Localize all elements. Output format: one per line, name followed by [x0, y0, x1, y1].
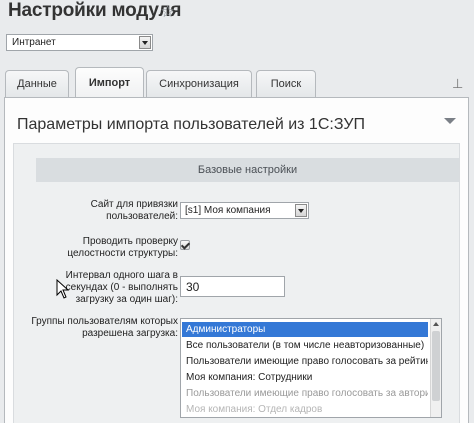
tab-data[interactable]: Данные: [5, 70, 69, 97]
scroll-up-icon[interactable]: [433, 322, 439, 326]
integrity-check-checkbox[interactable]: [180, 240, 190, 250]
list-item[interactable]: Пользователи имеющие право голосовать за…: [182, 386, 428, 401]
page-title: Настройки модуля: [8, 0, 182, 21]
integrity-check-label: Проводить проверку целостности структуры…: [67, 236, 178, 259]
interval-label: Интервал одного шага в секундах (0 - вып…: [65, 270, 178, 305]
tab-label: Синхронизация: [159, 78, 239, 90]
list-item[interactable]: Моя компания: Отдел кадров: [182, 402, 428, 417]
site-binding-label: Сайт для привязки пользователей:: [90, 199, 178, 222]
section-title: Базовые настройки: [36, 158, 459, 182]
tab-label: Поиск: [270, 78, 302, 90]
list-item[interactable]: Пользователи имеющие право голосовать за…: [182, 354, 428, 369]
groups-label: Группы пользователям которых разрешена з…: [31, 316, 178, 339]
site-select-value: Интранет: [12, 37, 56, 48]
mouse-cursor-icon: [56, 279, 70, 299]
tab-label: Данные: [17, 78, 57, 90]
tab-label: Импорт: [88, 77, 131, 89]
star-icon[interactable]: ☆: [160, 2, 175, 22]
module-settings-page: Настройки модуля ☆ Интранет Данные Импор…: [0, 0, 474, 423]
chevron-down-icon[interactable]: [295, 204, 307, 217]
panel-body: Базовые настройки Сайт для привязки поль…: [13, 143, 460, 423]
panel-header: Параметры импорта пользователей из 1С:ЗУ…: [5, 98, 468, 138]
panel-title: Параметры импорта пользователей из 1С:ЗУ…: [17, 116, 365, 133]
listbox-scrollbar[interactable]: [430, 319, 441, 417]
list-item[interactable]: Администраторы: [182, 322, 428, 337]
scroll-thumb[interactable]: [432, 331, 440, 401]
tab-sync[interactable]: Синхронизация: [146, 70, 252, 97]
pin-icon[interactable]: ⊥: [452, 76, 463, 92]
settings-panel: Параметры импорта пользователей из 1С:ЗУ…: [4, 97, 469, 423]
list-item[interactable]: Моя компания: Сотрудники: [182, 370, 428, 385]
tab-search[interactable]: Поиск: [256, 70, 316, 97]
tab-import[interactable]: Импорт: [75, 67, 144, 98]
site-binding-select[interactable]: [s1] Моя компания: [180, 202, 309, 219]
site-select[interactable]: Интранет: [6, 34, 153, 51]
interval-value: 30: [186, 280, 200, 294]
site-binding-value: [s1] Моя компания: [185, 205, 271, 216]
collapse-icon[interactable]: [444, 118, 456, 124]
interval-input[interactable]: 30: [180, 276, 285, 297]
list-item[interactable]: Все пользователи (в том числе неавторизо…: [182, 338, 428, 353]
chevron-down-icon[interactable]: [139, 36, 151, 49]
groups-listbox[interactable]: Администраторы Все пользователи (в том ч…: [180, 318, 442, 418]
